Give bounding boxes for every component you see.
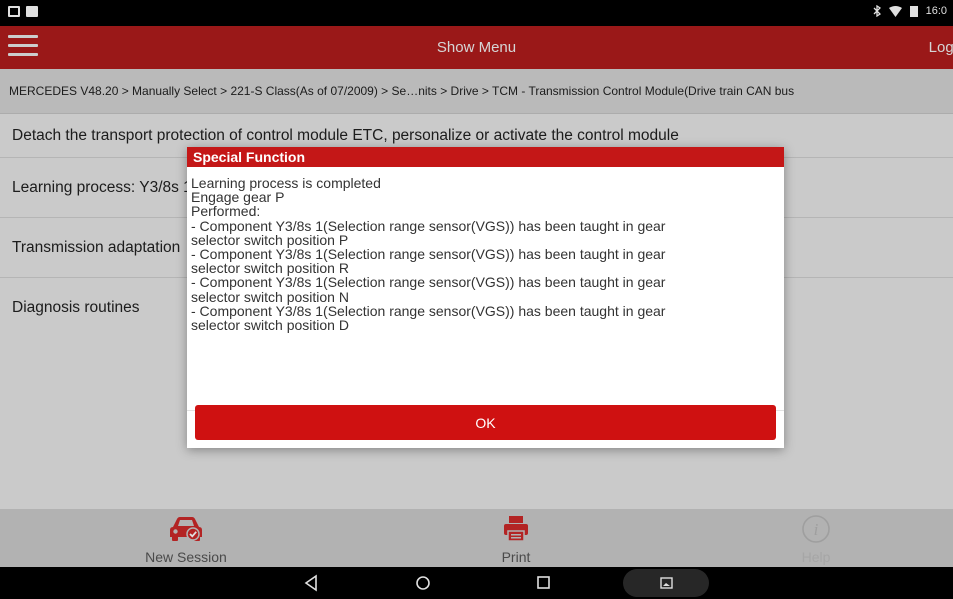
show-menu-title[interactable]: Show Menu <box>0 39 953 56</box>
recents-square-icon[interactable] <box>536 574 552 592</box>
gallery-icon <box>660 577 673 589</box>
dialog-line: - Component Y3/8s 1(Selection range sens… <box>191 274 666 291</box>
dialog-line: Engage gear P <box>191 189 285 206</box>
print-button[interactable]: Print <box>436 509 596 567</box>
system-nav-bar <box>0 567 953 599</box>
dialog-line: - Component Y3/8s 1(Selection range sens… <box>191 246 666 263</box>
dialog-message: Learning process is completed Engage gea… <box>187 167 784 411</box>
help-label: Help <box>801 549 831 565</box>
special-function-dialog: Special Function Learning process is com… <box>187 147 784 448</box>
new-session-button[interactable]: New Session <box>106 509 266 567</box>
dialog-line: Learning process is completed <box>191 175 381 191</box>
bottom-toolbar: New Session Print i Help <box>0 509 953 567</box>
info-icon: i <box>802 515 830 543</box>
svg-text:i: i <box>814 520 819 539</box>
dialog-line: selector switch position D <box>191 317 349 334</box>
screenshot-notification-icon <box>8 6 20 17</box>
print-label: Print <box>501 549 531 565</box>
system-indicators: 16:0 <box>873 5 947 17</box>
dialog-line: selector switch position P <box>191 231 349 248</box>
home-circle-icon[interactable] <box>414 574 432 592</box>
wifi-icon <box>888 5 902 17</box>
ok-button[interactable]: OK <box>195 405 776 440</box>
dialog-line: - Component Y3/8s 1(Selection range sens… <box>191 302 666 319</box>
status-bar: 16:0 <box>0 0 953 26</box>
dialog-line: selector switch position N <box>191 288 349 305</box>
printer-icon <box>504 516 528 542</box>
back-triangle-icon[interactable] <box>304 574 318 592</box>
help-button[interactable]: i Help <box>736 509 896 567</box>
app-notification-icon <box>26 6 38 17</box>
dialog-line: - Component Y3/8s 1(Selection range sens… <box>191 217 666 234</box>
battery-icon <box>909 5 918 17</box>
clock: 16:0 <box>925 5 947 17</box>
new-session-label: New Session <box>145 549 227 565</box>
dialog-line: selector switch position R <box>191 260 349 277</box>
notification-icons <box>8 6 38 17</box>
car-check-icon <box>170 517 202 541</box>
breadcrumb: MERCEDES V48.20 > Manually Select > 221-… <box>0 69 953 114</box>
dialog-title: Special Function <box>187 147 784 167</box>
dialog-line: Performed: <box>191 203 261 220</box>
screenshot-button[interactable] <box>623 569 709 597</box>
app-bar: Show Menu Logi <box>0 26 953 69</box>
bluetooth-icon <box>873 5 881 17</box>
login-button[interactable]: Logi <box>929 39 953 56</box>
